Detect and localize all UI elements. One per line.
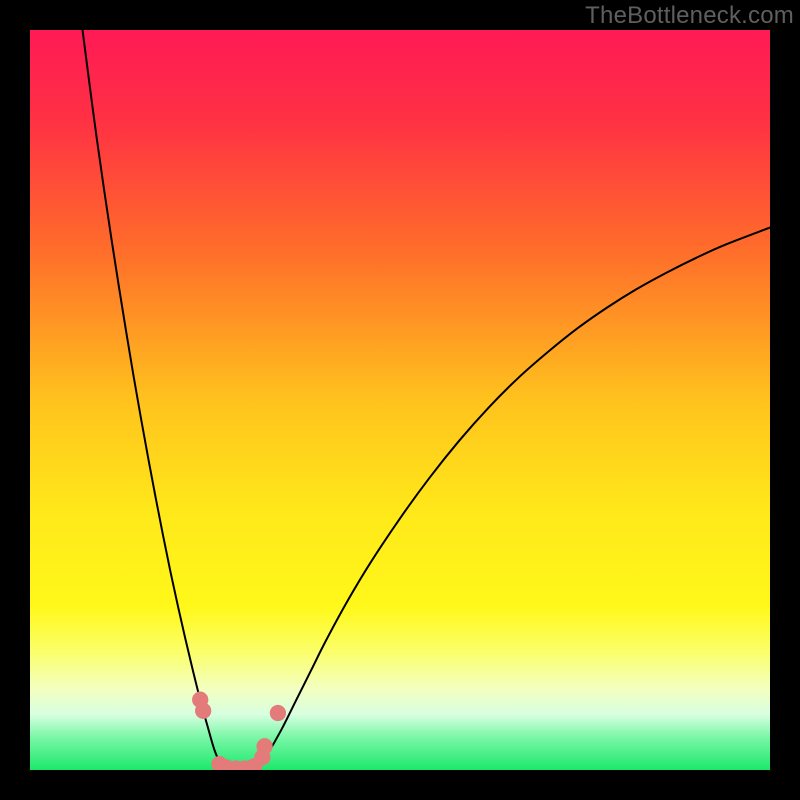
attribution-label: TheBottleneck.com: [585, 2, 794, 30]
data-marker: [270, 705, 286, 721]
gradient-background: [30, 30, 770, 770]
chart-svg: [30, 30, 770, 770]
data-marker: [256, 738, 272, 754]
chart-container: TheBottleneck.com: [0, 0, 800, 800]
data-marker: [195, 703, 211, 719]
plot-area: [30, 30, 770, 770]
